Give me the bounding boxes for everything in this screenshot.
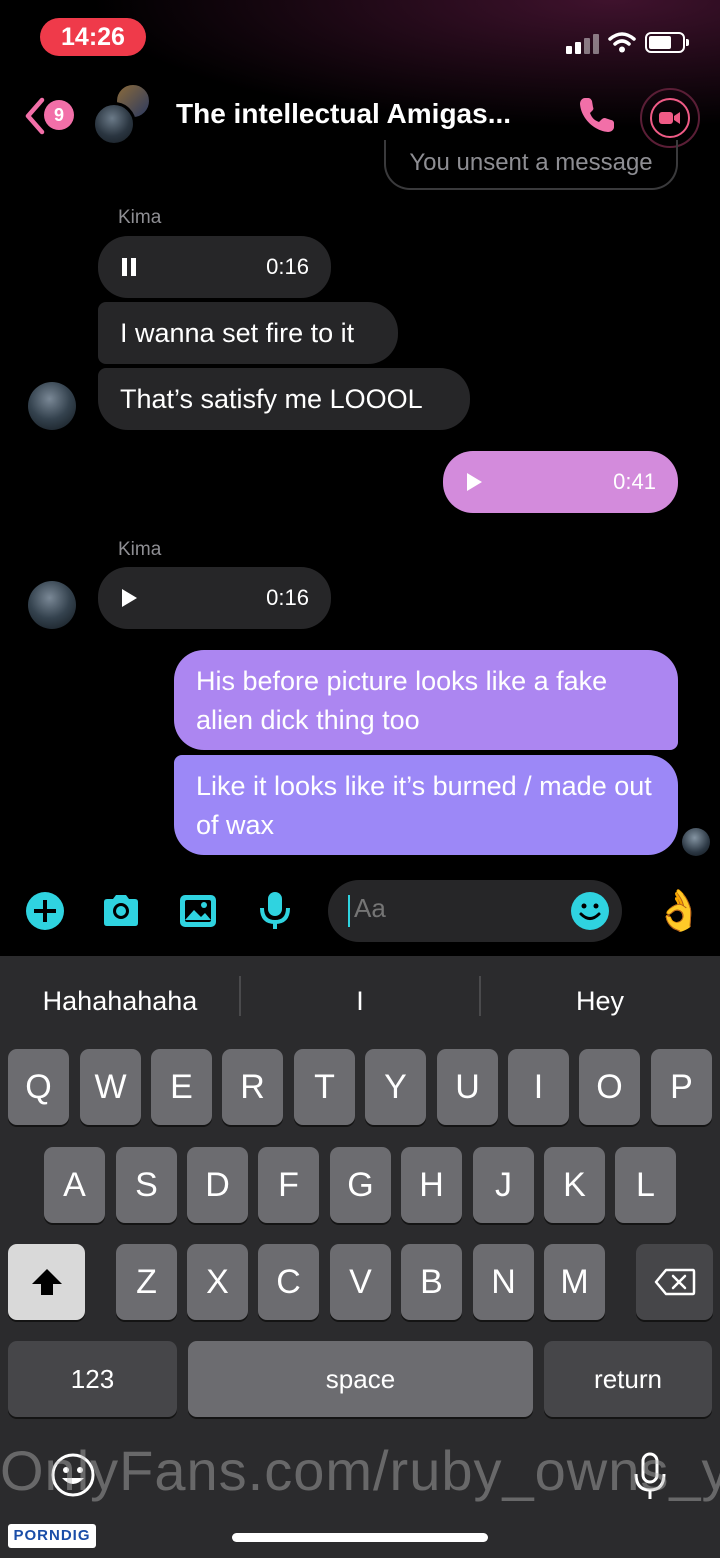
key-d[interactable]: D — [187, 1147, 248, 1223]
key-w[interactable]: W — [80, 1049, 141, 1125]
back-button[interactable]: 9 — [22, 96, 82, 136]
gallery-icon[interactable] — [177, 890, 219, 932]
chat-title[interactable]: The intellectual Amigas... — [176, 98, 556, 130]
quick-reaction-button[interactable]: 👌 — [654, 886, 704, 936]
delete-key[interactable] — [636, 1244, 713, 1320]
unread-count-badge: 9 — [44, 100, 74, 130]
read-receipt-avatar — [682, 828, 710, 856]
key-n[interactable]: N — [473, 1244, 534, 1320]
outgoing-message[interactable]: Like it looks like it’s burned / made ou… — [174, 755, 678, 855]
voice-duration: 0:16 — [266, 585, 309, 610]
outgoing-voice-message[interactable]: 0:41 — [443, 451, 678, 513]
battery-icon — [645, 32, 689, 53]
text-cursor — [348, 895, 350, 927]
video-call-button[interactable] — [640, 88, 700, 148]
voice-duration: 0:41 — [613, 469, 656, 494]
avatar[interactable] — [28, 382, 76, 430]
wifi-icon — [608, 32, 636, 53]
video-camera-icon — [659, 112, 680, 124]
microphone-icon[interactable] — [254, 890, 296, 932]
watermark-text: OnlyFans.com/ruby_owns_y — [0, 1439, 720, 1502]
key-u[interactable]: U — [437, 1049, 498, 1125]
avatar[interactable] — [28, 581, 76, 629]
suggestion[interactable]: Hahahahaha — [0, 956, 240, 1046]
key-x[interactable]: X — [187, 1244, 248, 1320]
incoming-message[interactable]: That’s satisfy me LOOOL — [98, 368, 470, 430]
unsent-message-notice: You unsent a message — [384, 140, 678, 190]
key-b[interactable]: B — [401, 1244, 462, 1320]
key-p[interactable]: P — [651, 1049, 712, 1125]
incoming-voice-message[interactable]: 0:16 — [98, 236, 331, 298]
key-c[interactable]: C — [258, 1244, 319, 1320]
key-h[interactable]: H — [401, 1147, 462, 1223]
incoming-message[interactable]: I wanna set fire to it — [98, 302, 398, 364]
return-key[interactable]: return — [544, 1341, 712, 1417]
key-o[interactable]: O — [579, 1049, 640, 1125]
numbers-key[interactable]: 123 — [8, 1341, 177, 1417]
key-i[interactable]: I — [508, 1049, 569, 1125]
status-time: 14:26 — [40, 18, 146, 56]
message-input[interactable] — [354, 893, 554, 924]
plus-icon[interactable] — [24, 890, 66, 932]
key-f[interactable]: F — [258, 1147, 319, 1223]
message-input-box[interactable] — [328, 880, 622, 942]
signal-icon — [566, 32, 602, 54]
key-j[interactable]: J — [473, 1147, 534, 1223]
key-z[interactable]: Z — [116, 1244, 177, 1320]
key-t[interactable]: T — [294, 1049, 355, 1125]
key-a[interactable]: A — [44, 1147, 105, 1223]
shift-key[interactable] — [8, 1244, 85, 1320]
suggestion[interactable]: Hey — [480, 956, 720, 1046]
emoji-icon[interactable] — [570, 891, 610, 931]
site-logo: PORNDIG — [8, 1524, 96, 1548]
key-m[interactable]: M — [544, 1244, 605, 1320]
backspace-icon — [654, 1268, 695, 1296]
outgoing-message[interactable]: His before picture looks like a fake ali… — [174, 650, 678, 750]
key-v[interactable]: V — [330, 1244, 391, 1320]
incoming-voice-message[interactable]: 0:16 — [98, 567, 331, 629]
key-q[interactable]: Q — [8, 1049, 69, 1125]
space-key[interactable]: space — [188, 1341, 533, 1417]
suggestion[interactable]: I — [240, 956, 480, 1046]
key-k[interactable]: K — [544, 1147, 605, 1223]
play-icon[interactable] — [465, 472, 483, 492]
key-s[interactable]: S — [116, 1147, 177, 1223]
key-y[interactable]: Y — [365, 1049, 426, 1125]
play-icon[interactable] — [120, 588, 138, 608]
camera-icon[interactable] — [100, 890, 142, 932]
key-l[interactable]: L — [615, 1147, 676, 1223]
avatar — [92, 102, 136, 146]
voice-duration: 0:16 — [266, 254, 309, 279]
key-g[interactable]: G — [330, 1147, 391, 1223]
key-e[interactable]: E — [151, 1049, 212, 1125]
sender-name: Kima — [118, 539, 162, 560]
shift-arrow-icon — [31, 1269, 62, 1295]
group-avatar[interactable] — [92, 82, 162, 152]
home-indicator[interactable] — [232, 1533, 488, 1542]
key-r[interactable]: R — [222, 1049, 283, 1125]
phone-icon[interactable] — [576, 94, 618, 136]
sender-name: Kima — [118, 207, 162, 228]
pause-icon[interactable] — [120, 257, 138, 277]
